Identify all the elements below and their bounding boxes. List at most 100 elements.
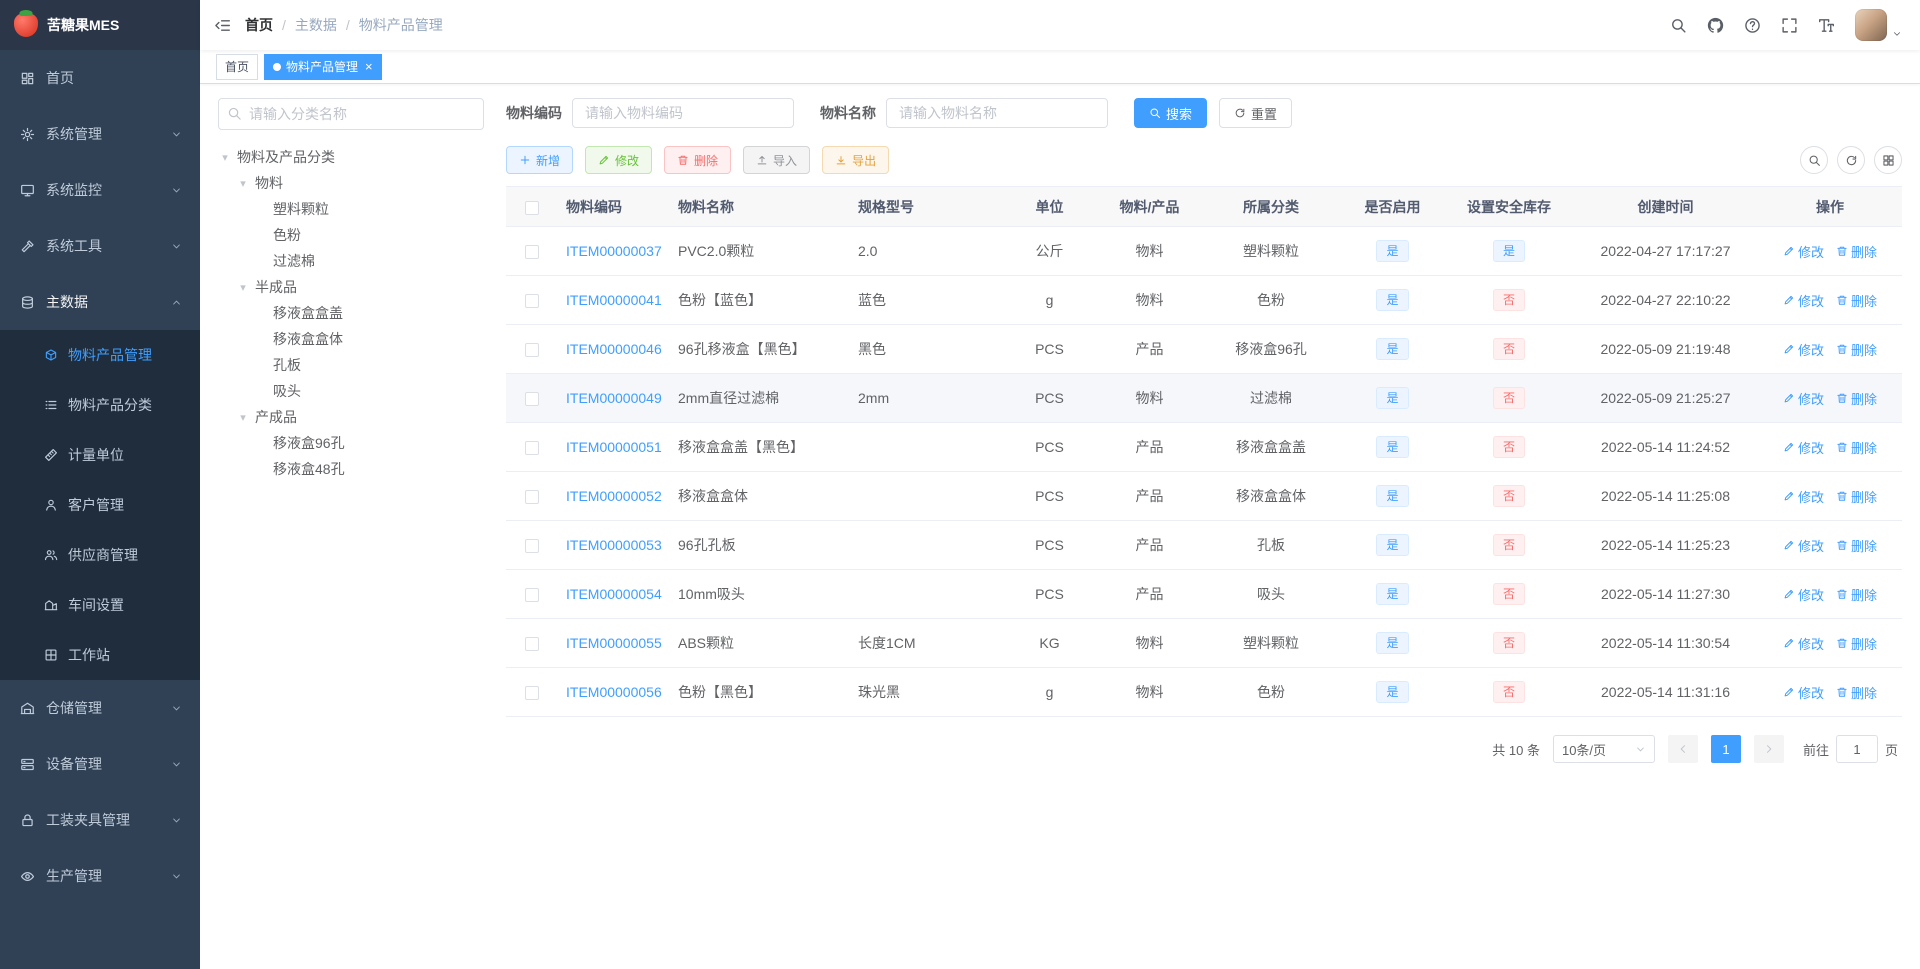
edit-row-button[interactable]: 修改 xyxy=(1783,242,1824,261)
header-search-icon[interactable] xyxy=(1670,17,1687,34)
delete-row-button[interactable]: 删除 xyxy=(1836,634,1877,653)
breadcrumb-item[interactable]: 首页 xyxy=(245,15,273,35)
tree-node[interactable]: 塑料颗粒 xyxy=(218,196,484,222)
edit-row-button[interactable]: 修改 xyxy=(1783,585,1824,604)
material-code-link[interactable]: ITEM00000046 xyxy=(566,341,662,357)
material-code-link[interactable]: ITEM00000051 xyxy=(566,439,662,455)
edit-row-button[interactable]: 修改 xyxy=(1783,536,1824,555)
material-code-link[interactable]: ITEM00000041 xyxy=(566,292,662,308)
delete-button[interactable]: 删除 xyxy=(664,146,732,174)
sidebar-subitem[interactable]: 供应商管理 xyxy=(0,530,200,580)
row-checkbox[interactable] xyxy=(525,294,539,309)
delete-row-button[interactable]: 删除 xyxy=(1836,389,1877,408)
page-number-button[interactable]: 1 xyxy=(1710,735,1741,763)
sidebar-item[interactable]: 系统管理 xyxy=(0,106,200,162)
delete-row-button[interactable]: 删除 xyxy=(1836,242,1877,261)
delete-row-button[interactable]: 删除 xyxy=(1836,291,1877,310)
row-checkbox[interactable] xyxy=(525,637,539,652)
row-checkbox[interactable] xyxy=(525,490,539,505)
tab[interactable]: 首页 xyxy=(216,53,259,80)
avatar[interactable] xyxy=(1855,9,1887,41)
import-button[interactable]: 导入 xyxy=(743,146,811,174)
sidebar-subitem[interactable]: 物料产品管理 xyxy=(0,330,200,380)
category-search-input[interactable] xyxy=(218,98,484,130)
material-code-link[interactable]: ITEM00000054 xyxy=(566,586,662,602)
sidebar-item[interactable]: 首页 xyxy=(0,50,200,106)
caret-down-icon[interactable]: ▾ xyxy=(236,281,250,294)
caret-down-icon[interactable]: ▾ xyxy=(236,177,250,190)
sidebar-subitem[interactable]: 工作站 xyxy=(0,630,200,680)
row-checkbox[interactable] xyxy=(525,245,539,260)
add-button[interactable]: 新增 xyxy=(506,146,574,174)
sidebar-subitem[interactable]: 物料产品分类 xyxy=(0,380,200,430)
material-code-link[interactable]: ITEM00000053 xyxy=(566,537,662,553)
tree-node[interactable]: 色粉 xyxy=(218,222,484,248)
row-checkbox[interactable] xyxy=(525,686,539,701)
sidebar-item[interactable]: 生产管理 xyxy=(0,848,200,904)
sidebar-subitem[interactable]: 客户管理 xyxy=(0,480,200,530)
tree-node[interactable]: 孔板 xyxy=(218,352,484,378)
row-checkbox[interactable] xyxy=(525,441,539,456)
material-code-link[interactable]: ITEM00000052 xyxy=(566,488,662,504)
logo[interactable]: 苦糖果MES xyxy=(0,0,200,50)
material-code-link[interactable]: ITEM00000049 xyxy=(566,390,662,406)
material-code-input[interactable] xyxy=(572,98,794,128)
tab[interactable]: 物料产品管理 × xyxy=(264,53,382,80)
tree-node[interactable]: ▾ 物料及产品分类 xyxy=(218,144,484,170)
caret-down-icon[interactable]: ▾ xyxy=(236,411,250,424)
next-page-button[interactable] xyxy=(1753,735,1784,763)
sidebar-item[interactable]: 主数据 xyxy=(0,274,200,330)
edit-row-button[interactable]: 修改 xyxy=(1783,683,1824,702)
edit-row-button[interactable]: 修改 xyxy=(1783,438,1824,457)
sidebar-subitem[interactable]: 车间设置 xyxy=(0,580,200,630)
edit-row-button[interactable]: 修改 xyxy=(1783,389,1824,408)
tree-node[interactable]: 移液盒48孔 xyxy=(218,456,484,482)
tab-close-icon[interactable]: × xyxy=(363,60,373,73)
sidebar-item[interactable]: 设备管理 xyxy=(0,736,200,792)
edit-row-button[interactable]: 修改 xyxy=(1783,634,1824,653)
edit-row-button[interactable]: 修改 xyxy=(1783,487,1824,506)
tree-node[interactable]: 过滤棉 xyxy=(218,248,484,274)
tree-node[interactable]: 移液盒96孔 xyxy=(218,430,484,456)
menu-fold-icon[interactable] xyxy=(214,17,231,34)
tree-node[interactable]: ▾ 半成品 xyxy=(218,274,484,300)
tree-node[interactable]: ▾ 产成品 xyxy=(218,404,484,430)
caret-down-icon[interactable]: ▾ xyxy=(218,151,232,164)
tree-node[interactable]: ▾ 物料 xyxy=(218,170,484,196)
sidebar-item[interactable]: 系统监控 xyxy=(0,162,200,218)
delete-row-button[interactable]: 删除 xyxy=(1836,340,1877,359)
row-checkbox[interactable] xyxy=(525,343,539,358)
github-icon[interactable] xyxy=(1707,17,1724,34)
tree-node[interactable]: 移液盒盒盖 xyxy=(218,300,484,326)
search-button[interactable]: 搜索 xyxy=(1134,98,1208,128)
edit-row-button[interactable]: 修改 xyxy=(1783,291,1824,310)
row-checkbox[interactable] xyxy=(525,392,539,407)
tree-node[interactable]: 吸头 xyxy=(218,378,484,404)
delete-row-button[interactable]: 删除 xyxy=(1836,438,1877,457)
page-size-select[interactable]: 10条/页 xyxy=(1552,735,1655,763)
sidebar-item[interactable]: 系统工具 xyxy=(0,218,200,274)
row-checkbox[interactable] xyxy=(525,588,539,603)
select-all-checkbox[interactable] xyxy=(525,200,539,215)
refresh-button[interactable] xyxy=(1837,146,1865,174)
search-toggle-button[interactable] xyxy=(1800,146,1828,174)
goto-page-input[interactable] xyxy=(1835,735,1878,763)
edit-button[interactable]: 修改 xyxy=(585,146,653,174)
columns-button[interactable] xyxy=(1874,146,1902,174)
delete-row-button[interactable]: 删除 xyxy=(1836,683,1877,702)
delete-row-button[interactable]: 删除 xyxy=(1836,487,1877,506)
material-code-link[interactable]: ITEM00000055 xyxy=(566,635,662,651)
fullscreen-icon[interactable] xyxy=(1781,17,1798,34)
delete-row-button[interactable]: 删除 xyxy=(1836,536,1877,555)
row-checkbox[interactable] xyxy=(525,539,539,554)
delete-row-button[interactable]: 删除 xyxy=(1836,585,1877,604)
sidebar-item[interactable]: 工装夹具管理 xyxy=(0,792,200,848)
export-button[interactable]: 导出 xyxy=(822,146,890,174)
edit-row-button[interactable]: 修改 xyxy=(1783,340,1824,359)
reset-button[interactable]: 重置 xyxy=(1219,98,1293,128)
user-menu[interactable] xyxy=(1855,9,1902,41)
tree-node[interactable]: 移液盒盒体 xyxy=(218,326,484,352)
prev-page-button[interactable] xyxy=(1667,735,1698,763)
sidebar-item[interactable]: 仓储管理 xyxy=(0,680,200,736)
help-icon[interactable] xyxy=(1744,17,1761,34)
